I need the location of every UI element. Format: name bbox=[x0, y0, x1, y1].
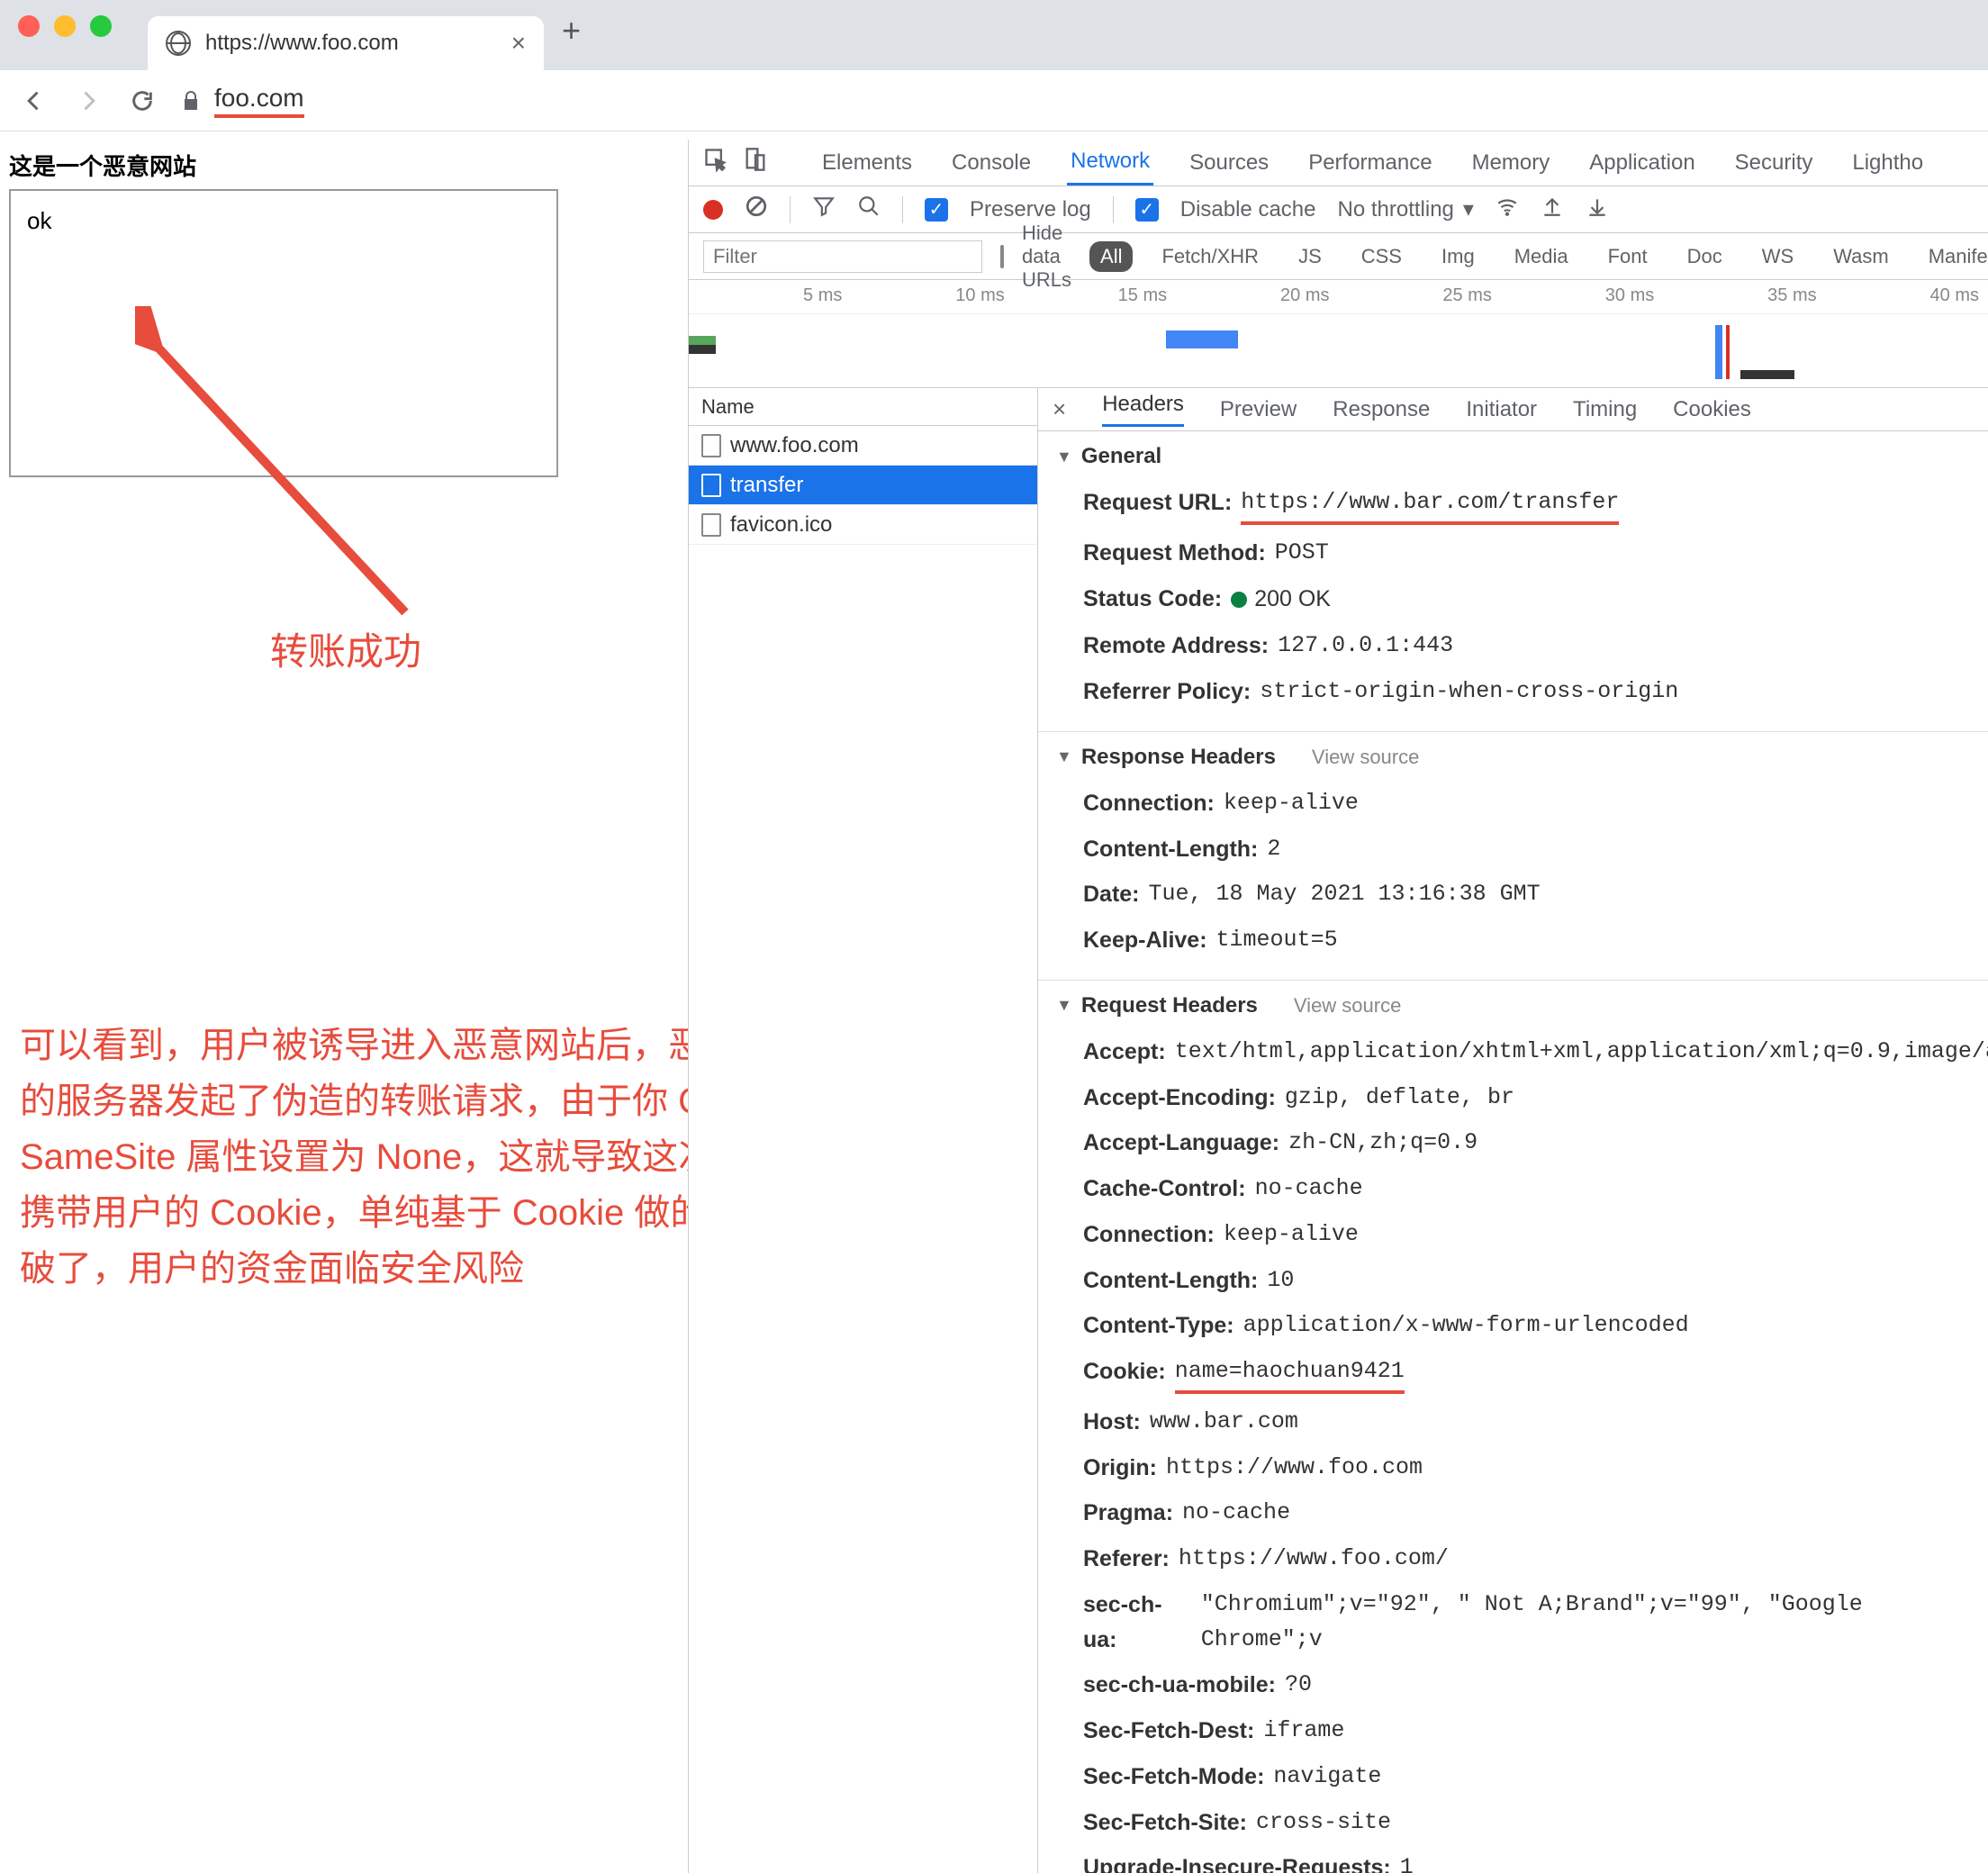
clear-button[interactable] bbox=[745, 195, 768, 224]
triangle-down-icon[interactable]: ▼ bbox=[1056, 448, 1072, 466]
inspect-element-icon[interactable] bbox=[703, 147, 728, 178]
filter-chip-ws[interactable]: WS bbox=[1751, 241, 1804, 272]
detail-tab-timing[interactable]: Timing bbox=[1573, 397, 1637, 422]
network-filter-bar: Hide data URLs All Fetch/XHR JS CSS Img … bbox=[689, 233, 1988, 280]
annotation-arrow-icon bbox=[135, 306, 441, 630]
tab-console[interactable]: Console bbox=[948, 141, 1035, 185]
lock-icon bbox=[180, 90, 202, 112]
tab-security[interactable]: Security bbox=[1731, 141, 1817, 185]
filter-chip-font[interactable]: Font bbox=[1597, 241, 1658, 272]
url-field[interactable]: foo.com bbox=[180, 84, 304, 118]
view-source-link[interactable]: View source bbox=[1294, 994, 1401, 1018]
devtools-tabs: Elements Console Network Sources Perform… bbox=[689, 140, 1988, 186]
request-row[interactable]: transfer bbox=[689, 466, 1037, 505]
tab-memory[interactable]: Memory bbox=[1468, 141, 1554, 185]
request-headers-section: ▼Request HeadersView source Accept:text/… bbox=[1038, 981, 1988, 1873]
request-url-value: https://www.bar.com/transfer bbox=[1241, 485, 1619, 525]
reload-button[interactable] bbox=[126, 85, 158, 117]
request-row[interactable]: favicon.ico bbox=[689, 505, 1037, 545]
filter-chip-all[interactable]: All bbox=[1089, 241, 1133, 272]
request-list-header: Name bbox=[689, 388, 1037, 426]
filter-chip-img[interactable]: Img bbox=[1431, 241, 1486, 272]
page-heading: 这是一个恶意网站 bbox=[9, 149, 675, 182]
detail-tab-preview[interactable]: Preview bbox=[1220, 397, 1297, 422]
tab-network[interactable]: Network bbox=[1067, 140, 1153, 185]
new-tab-button[interactable]: + bbox=[562, 12, 581, 50]
window-traffic-lights bbox=[18, 15, 112, 37]
filter-chip-manifest[interactable]: Manifest bbox=[1918, 241, 1988, 272]
close-tab-icon[interactable]: × bbox=[511, 29, 526, 58]
browser-tab[interactable]: https://www.foo.com × bbox=[148, 16, 544, 70]
triangle-down-icon[interactable]: ▼ bbox=[1056, 996, 1072, 1015]
network-timeline[interactable]: 5 ms 10 ms 15 ms 20 ms 25 ms 30 ms 35 ms… bbox=[689, 280, 1988, 388]
close-window-icon[interactable] bbox=[18, 15, 40, 37]
minimize-window-icon[interactable] bbox=[54, 15, 76, 37]
tab-lighthouse[interactable]: Lightho bbox=[1848, 141, 1927, 185]
annotation-success: 转账成功 bbox=[270, 621, 421, 676]
network-toolbar: ✓ Preserve log ✓ Disable cache No thrott… bbox=[689, 186, 1988, 233]
globe-icon bbox=[166, 31, 191, 56]
maximize-window-icon[interactable] bbox=[90, 15, 112, 37]
tab-sources[interactable]: Sources bbox=[1186, 141, 1272, 185]
hide-data-urls-checkbox[interactable] bbox=[1000, 245, 1004, 268]
filter-chip-js[interactable]: JS bbox=[1288, 241, 1333, 272]
document-icon bbox=[701, 474, 721, 497]
filter-chip-xhr[interactable]: Fetch/XHR bbox=[1151, 241, 1270, 272]
document-icon bbox=[701, 434, 721, 457]
devtools-panel: Elements Console Network Sources Perform… bbox=[688, 140, 1988, 1873]
tab-performance[interactable]: Performance bbox=[1305, 141, 1435, 185]
download-icon[interactable] bbox=[1586, 195, 1609, 224]
filter-chip-media[interactable]: Media bbox=[1504, 241, 1579, 272]
tab-elements[interactable]: Elements bbox=[818, 141, 916, 185]
iframe-text: ok bbox=[27, 207, 51, 234]
triangle-down-icon[interactable]: ▼ bbox=[1056, 747, 1072, 766]
response-headers-section: ▼Response HeadersView source Connection:… bbox=[1038, 732, 1988, 981]
preserve-log-checkbox[interactable]: ✓ bbox=[925, 198, 948, 222]
url-domain: foo.com bbox=[214, 84, 304, 118]
back-button[interactable] bbox=[18, 85, 50, 117]
detail-tab-headers[interactable]: Headers bbox=[1102, 392, 1184, 427]
record-button[interactable] bbox=[703, 200, 723, 220]
document-icon bbox=[701, 513, 721, 537]
preserve-log-label: Preserve log bbox=[970, 197, 1091, 222]
general-section: ▼General Request URL:https://www.bar.com… bbox=[1038, 431, 1988, 732]
tab-application[interactable]: Application bbox=[1586, 141, 1698, 185]
filter-chip-css[interactable]: CSS bbox=[1351, 241, 1413, 272]
close-detail-icon[interactable]: × bbox=[1053, 395, 1066, 423]
filter-chip-wasm[interactable]: Wasm bbox=[1822, 241, 1900, 272]
detail-tab-response[interactable]: Response bbox=[1333, 397, 1430, 422]
filter-icon[interactable] bbox=[812, 195, 836, 224]
forward-button[interactable] bbox=[72, 85, 104, 117]
browser-tab-strip: https://www.foo.com × + bbox=[0, 0, 1988, 70]
filter-input[interactable] bbox=[703, 240, 982, 273]
status-ok-icon bbox=[1231, 592, 1247, 608]
filter-chip-doc[interactable]: Doc bbox=[1676, 241, 1733, 272]
chevron-down-icon: ▾ bbox=[1463, 196, 1474, 222]
device-toggle-icon[interactable] bbox=[743, 147, 768, 178]
tab-title: https://www.foo.com bbox=[205, 31, 399, 56]
detail-tab-initiator[interactable]: Initiator bbox=[1466, 397, 1537, 422]
address-bar: foo.com bbox=[0, 70, 1988, 131]
detail-tab-cookies[interactable]: Cookies bbox=[1673, 397, 1751, 422]
search-icon[interactable] bbox=[857, 195, 881, 224]
upload-icon[interactable] bbox=[1541, 195, 1564, 224]
request-list: Name www.foo.com transfer favicon.ico bbox=[689, 388, 1038, 1873]
disable-cache-label: Disable cache bbox=[1180, 197, 1316, 222]
disable-cache-checkbox[interactable]: ✓ bbox=[1135, 198, 1159, 222]
wifi-icon[interactable] bbox=[1496, 195, 1519, 224]
view-source-link[interactable]: View source bbox=[1312, 746, 1419, 769]
throttling-select[interactable]: No throttling ▾ bbox=[1337, 196, 1473, 222]
request-detail: × Headers Preview Response Initiator Tim… bbox=[1038, 388, 1988, 1873]
request-row[interactable]: www.foo.com bbox=[689, 426, 1037, 466]
